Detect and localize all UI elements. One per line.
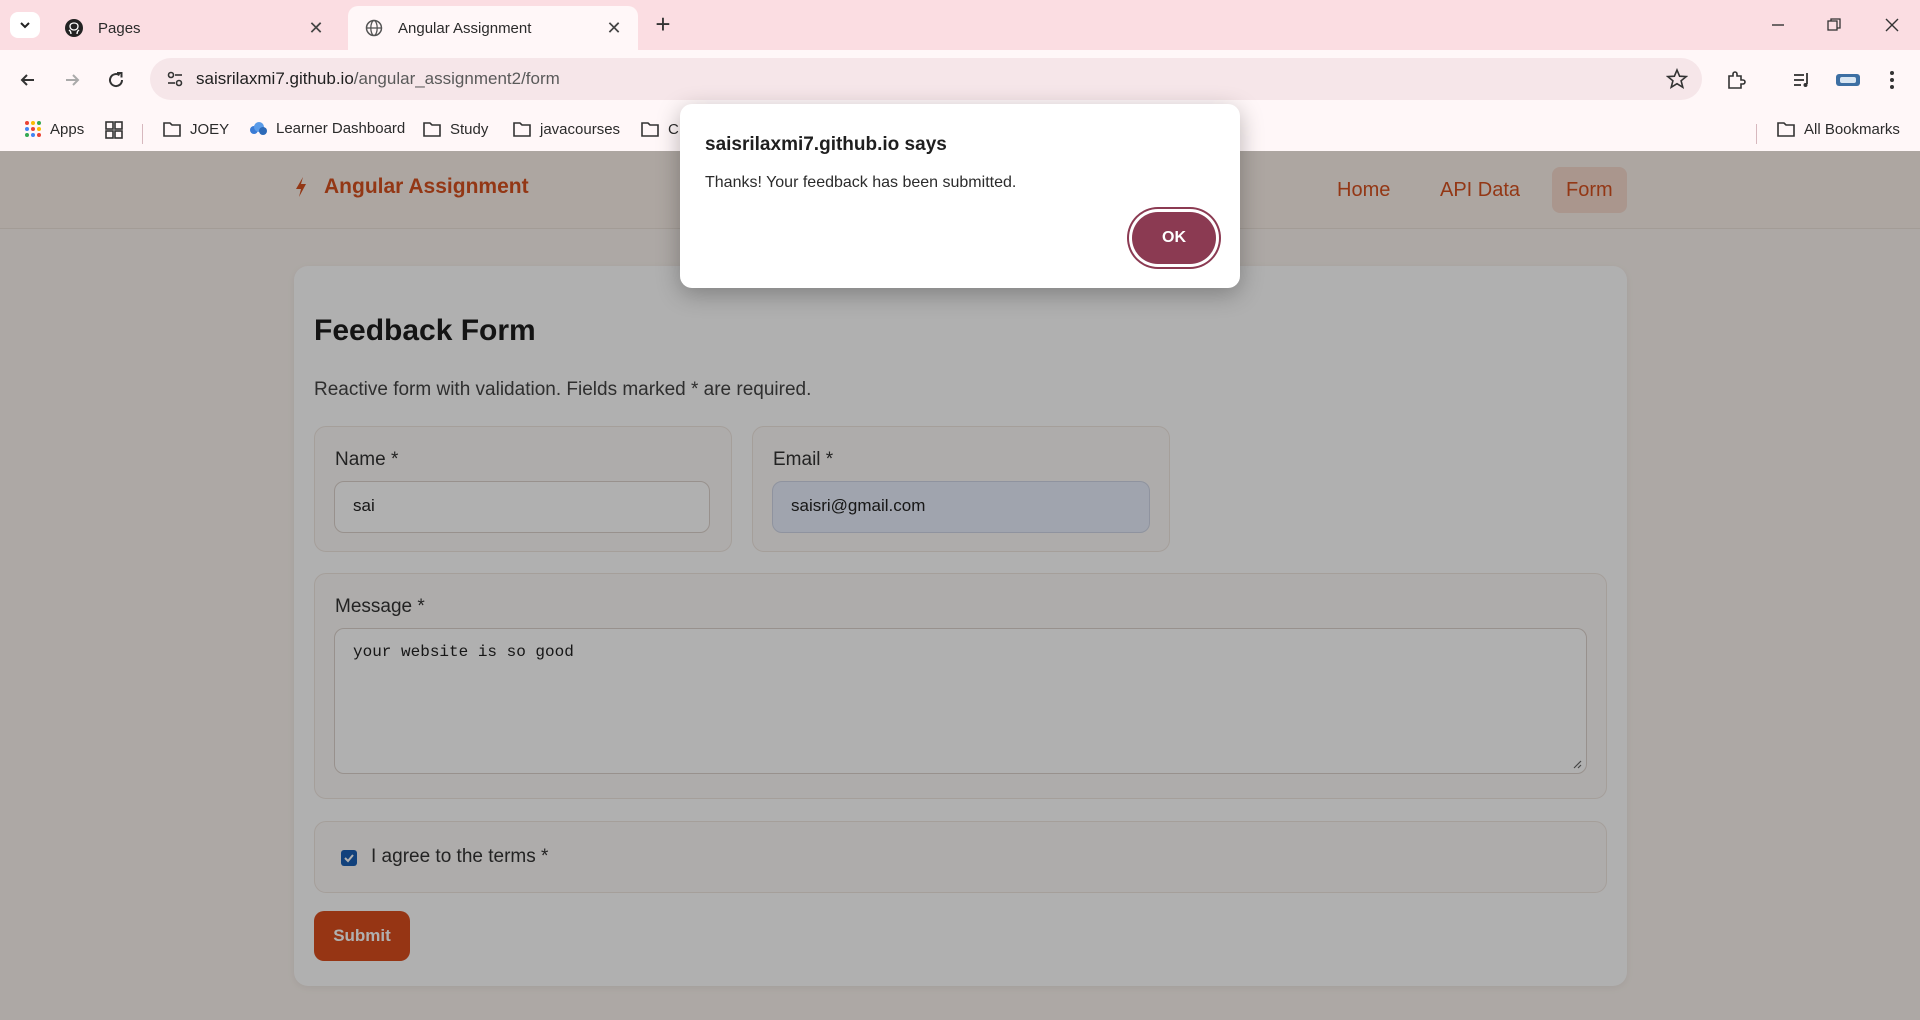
github-icon: [64, 18, 84, 38]
close-tab-icon[interactable]: ✕: [306, 18, 326, 38]
close-window-icon[interactable]: [1872, 10, 1912, 40]
bookmark-label: Study: [450, 120, 489, 138]
folder-icon: [162, 120, 182, 138]
bookmark-label: JOEY: [190, 120, 230, 138]
bookmark-apps[interactable]: Apps: [24, 120, 84, 138]
url-host: saisrilaxmi7.github.io: [196, 69, 354, 88]
folder-icon: [640, 120, 660, 138]
bookmark-label: Learner Dashboard: [276, 120, 406, 137]
globe-icon: [364, 18, 384, 38]
all-bookmarks-label: All Bookmarks: [1804, 120, 1900, 138]
tab-groups-icon: [104, 120, 124, 140]
tab-angular-assignment[interactable]: Angular Assignment ✕: [348, 6, 638, 50]
bookmarks-separator: [142, 124, 143, 144]
menu-kebab-icon[interactable]: [1876, 64, 1908, 96]
ok-button[interactable]: OK: [1132, 212, 1216, 264]
bookmark-label: Apps: [50, 120, 85, 138]
reload-icon[interactable]: [100, 64, 132, 96]
all-bookmarks[interactable]: All Bookmarks: [1776, 120, 1900, 138]
address-bar[interactable]: saisrilaxmi7.github.io/angular_assignmen…: [150, 58, 1702, 100]
bookmark-learner-dashboard[interactable]: Learner Dashboard: [248, 120, 405, 137]
restore-icon[interactable]: [1814, 10, 1854, 40]
bookmark-tab-groups[interactable]: [104, 120, 132, 140]
bookmark-label: C: [668, 120, 679, 138]
bookmark-study[interactable]: Study: [422, 120, 488, 138]
url-path: /angular_assignment2/form: [353, 69, 560, 88]
media-control-icon[interactable]: [1786, 64, 1818, 96]
bookmarks-separator: [1756, 124, 1757, 144]
alert-dialog: saisrilaxmi7.github.io says Thanks! Your…: [680, 104, 1240, 288]
bookmark-star-icon[interactable]: [1666, 68, 1688, 90]
folder-icon: [512, 120, 532, 138]
url-text: saisrilaxmi7.github.io/angular_assignmen…: [196, 69, 560, 89]
close-tab-icon[interactable]: ✕: [604, 18, 624, 38]
tab-title: Pages: [98, 19, 141, 37]
bookmark-c[interactable]: C: [640, 120, 679, 138]
dialog-title: saisrilaxmi7.github.io says: [705, 134, 947, 155]
tab-title: Angular Assignment: [398, 19, 532, 37]
folder-icon: [422, 120, 442, 138]
chevron-down-icon: [20, 22, 30, 29]
extensions-puzzle-icon[interactable]: [1720, 64, 1752, 96]
tab-strip: Pages ✕ Angular Assignment ✕ +: [0, 0, 1920, 50]
forward-arrow-icon[interactable]: [56, 64, 88, 96]
tab-search-button[interactable]: [10, 12, 40, 38]
profile-avatar-icon[interactable]: [1832, 64, 1864, 96]
site-info-icon[interactable]: [160, 64, 190, 94]
bookmark-javacourses[interactable]: javacourses: [512, 120, 620, 138]
folder-icon: [1776, 120, 1796, 138]
bookmark-label: javacourses: [540, 120, 621, 138]
tab-pages[interactable]: Pages ✕: [48, 6, 340, 50]
back-arrow-icon[interactable]: [12, 64, 44, 96]
apps-grid-icon: [24, 120, 42, 138]
dialog-message: Thanks! Your feedback has been submitted…: [705, 174, 1017, 191]
learner-dashboard-icon: [248, 121, 268, 137]
minimize-icon[interactable]: [1758, 10, 1798, 40]
new-tab-button[interactable]: +: [650, 11, 676, 38]
bookmark-joey[interactable]: JOEY: [162, 120, 229, 138]
